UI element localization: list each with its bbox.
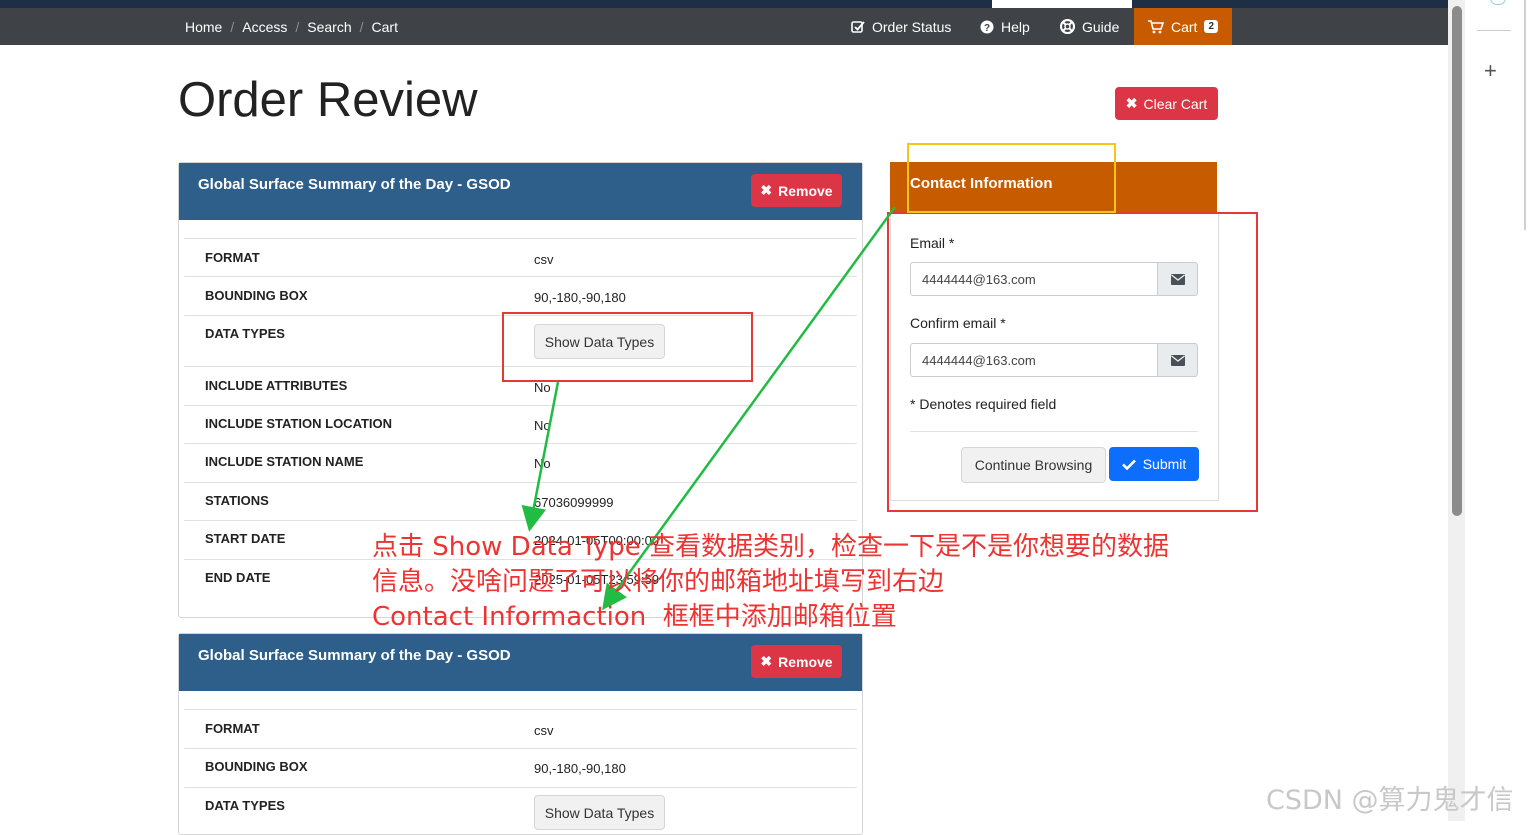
table-row: INCLUDE STATION LOCATION No [184,405,857,444]
breadcrumb: Home / Access / Search / Cart [185,8,398,45]
annotation-highlight-box [502,312,753,382]
row-value: No [534,456,551,471]
breadcrumb-separator: / [359,18,364,35]
side-panel-divider [1524,0,1526,230]
table-row: FORMAT csv [184,238,857,277]
order-title: Global Surface Summary of the Day - GSOD [198,176,511,193]
help-label: Help [1001,18,1030,35]
row-key: FORMAT [205,250,260,265]
table-row: BOUNDING BOX 90,-180,-90,180 [184,276,857,316]
table-row: FORMAT csv [184,709,857,748]
browser-top-stripe [0,0,1448,8]
breadcrumb-access[interactable]: Access [242,19,287,35]
row-key: BOUNDING BOX [205,759,308,774]
remove-label: Remove [778,182,833,199]
side-panel-avatar-icon[interactable] [1490,0,1506,5]
top-navbar: Home / Access / Search / Cart Order Stat… [0,8,1448,45]
row-value: No [534,418,551,433]
annotation-text: 点击 Show Data Type 查看数据类别，检查一下是不是你想要的数据 信息… [372,530,1169,635]
row-value: No [534,380,551,395]
table-row: BOUNDING BOX 90,-180,-90,180 [184,748,857,788]
row-value: csv [534,252,554,267]
breadcrumb-separator: / [230,18,235,35]
remove-label: Remove [778,653,833,670]
breadcrumb-cart[interactable]: Cart [372,19,398,35]
order-status-link[interactable]: Order Status [851,8,951,45]
row-value: 67036099999 [534,495,614,510]
row-key: BOUNDING BOX [205,288,308,303]
svg-text:?: ? [984,23,990,34]
table-row: DATA TYPES Show Data Types [184,787,857,833]
annotation-highlight-box [907,143,1116,213]
close-icon: ✖ [760,182,773,198]
active-tab-edge [992,0,1132,8]
close-icon: ✖ [760,653,773,669]
order-panel-header: Global Surface Summary of the Day - GSOD… [179,163,862,220]
help-link[interactable]: ? Help [980,8,1030,45]
order-title: Global Surface Summary of the Day - GSOD [198,647,511,664]
annotation-line: 点击 Show Data Type 查看数据类别，检查一下是不是你想要的数据 [372,532,1170,562]
close-icon: ✖ [1125,95,1138,111]
shopping-cart-icon [1148,19,1164,33]
life-ring-icon [1060,19,1075,34]
clear-cart-label: Clear Cart [1143,95,1208,112]
guide-label: Guide [1082,18,1120,35]
row-key: DATA TYPES [205,326,285,341]
row-key: INCLUDE ATTRIBUTES [205,378,348,393]
table-row: STATIONS 67036099999 [184,482,857,521]
show-data-types-button[interactable]: Show Data Types [534,795,665,830]
page-title: Order Review [178,73,478,127]
breadcrumb-search[interactable]: Search [307,19,351,35]
annotation-line: Contact Informaction 框框中添加邮箱位置 [372,602,897,632]
row-value: 90,-180,-90,180 [534,290,626,305]
row-key: END DATE [205,570,271,585]
breadcrumb-separator: / [295,18,300,35]
row-key: INCLUDE STATION LOCATION [205,416,393,431]
cart-count-badge: 2 [1204,20,1219,33]
question-circle-icon: ? [980,20,994,34]
clear-cart-button[interactable]: ✖ Clear Cart [1115,87,1218,120]
row-key: START DATE [205,531,286,546]
order-panel-header: Global Surface Summary of the Day - GSOD… [179,634,862,691]
row-key: INCLUDE STATION NAME [205,454,364,469]
checkbox-icon [851,20,865,33]
plus-icon[interactable]: + [1484,58,1497,84]
watermark: CSDN @算力鬼才信 [1266,785,1514,816]
row-key: FORMAT [205,721,260,736]
cart-link[interactable]: Cart 2 [1134,8,1233,45]
guide-link[interactable]: Guide [1060,8,1119,45]
row-value: csv [534,723,554,738]
annotation-highlight-box [887,212,1258,512]
cart-label: Cart [1171,18,1198,35]
remove-button[interactable]: ✖ Remove [751,174,842,207]
row-value: 90,-180,-90,180 [534,761,626,776]
annotation-line: 信息。没啥问题了可以将你的邮箱地址填写到右边 [372,567,945,597]
order-panel: Global Surface Summary of the Day - GSOD… [178,633,863,835]
row-key: DATA TYPES [205,798,285,813]
scrollbar-thumb[interactable] [1452,6,1462,516]
row-key: STATIONS [205,493,269,508]
side-panel-separator [1477,30,1511,31]
table-row: INCLUDE STATION NAME No [184,443,857,483]
breadcrumb-home[interactable]: Home [185,19,222,35]
remove-button[interactable]: ✖ Remove [751,645,842,678]
order-status-label: Order Status [872,18,952,35]
